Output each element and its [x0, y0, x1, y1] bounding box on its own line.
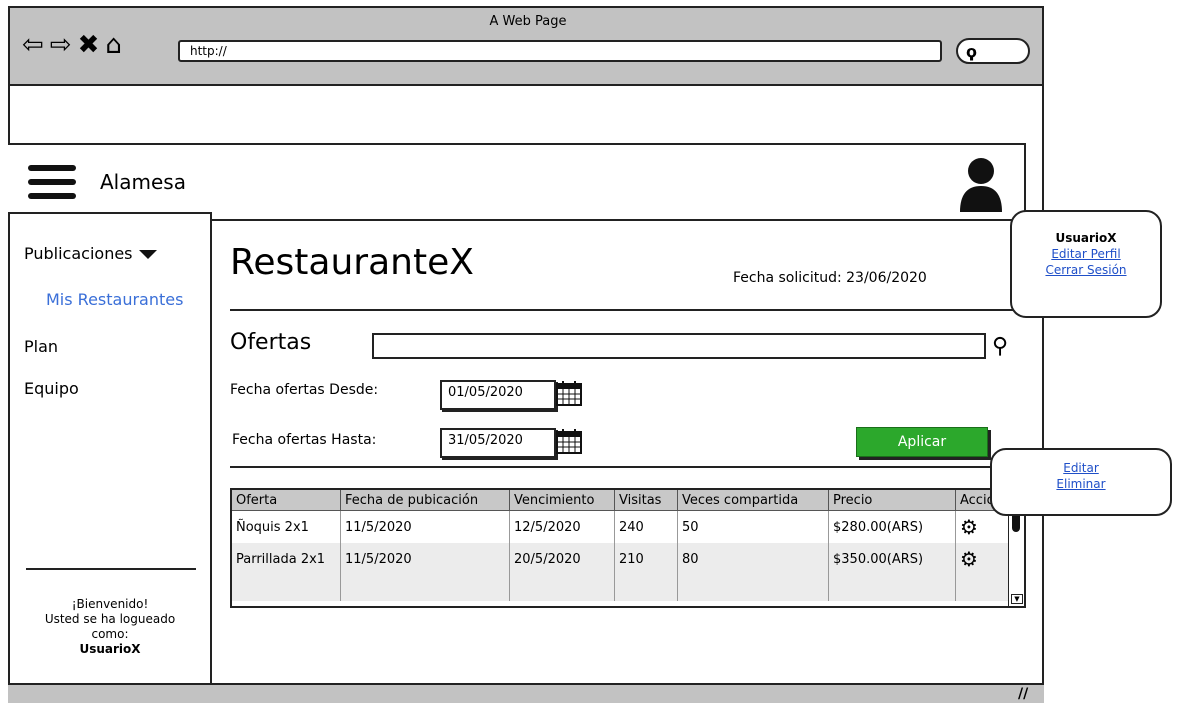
- sidebar-divider: [26, 568, 196, 570]
- sidebar-item-mis-restaurantes[interactable]: Mis Restaurantes: [46, 290, 183, 309]
- column-header[interactable]: Veces compartida: [677, 490, 829, 511]
- column-header[interactable]: Vencimiento: [509, 490, 615, 511]
- cell-precio: $280.00(ARS): [828, 510, 956, 543]
- column-header[interactable]: Visitas: [614, 490, 678, 511]
- cell-vencimiento: 12/5/2020: [509, 510, 615, 543]
- window-title: A Web Page: [489, 14, 567, 29]
- home-icon[interactable]: ⌂: [105, 30, 122, 60]
- delete-link[interactable]: Eliminar: [992, 476, 1170, 492]
- ofertas-heading: Ofertas: [230, 330, 312, 355]
- browser-search-button[interactable]: ϙ: [956, 38, 1030, 64]
- table-row[interactable]: Parrillada 2x1 11/5/2020 20/5/2020 210 8…: [232, 543, 1010, 575]
- hamburger-menu-icon[interactable]: [28, 165, 76, 203]
- gear-icon[interactable]: ⚙: [960, 547, 978, 571]
- hasta-label: Fecha ofertas Hasta:: [232, 432, 377, 448]
- offers-table: Oferta Fecha de pubicación Vencimiento V…: [230, 488, 1026, 608]
- table-row[interactable]: Ñoquis 2x1 11/5/2020 12/5/2020 240 50 $2…: [232, 510, 1010, 543]
- table-row-empty: [232, 575, 1010, 601]
- sidebar-item-plan[interactable]: Plan: [24, 337, 58, 356]
- cell-vencimiento: 20/5/2020: [509, 543, 615, 575]
- divider: [230, 309, 1026, 311]
- ofertas-search-input[interactable]: [372, 333, 986, 359]
- cell-compartida: 50: [677, 510, 829, 543]
- edit-profile-link[interactable]: Editar Perfil: [1012, 246, 1160, 262]
- column-header[interactable]: Fecha de pubicación: [340, 490, 510, 511]
- logout-link[interactable]: Cerrar Sesión: [1012, 262, 1160, 278]
- table-header-row: Oferta Fecha de pubicación Vencimiento V…: [232, 490, 1010, 511]
- calendar-icon[interactable]: [556, 380, 582, 406]
- back-arrow-icon[interactable]: ⇦: [22, 30, 44, 60]
- edit-link[interactable]: Editar: [992, 460, 1170, 476]
- user-menu-name: UsuarioX: [1055, 231, 1117, 245]
- cell-visitas: 240: [614, 510, 678, 543]
- welcome-message: ¡Bienvenido! Usted se ha logueado como: …: [18, 597, 202, 657]
- column-header[interactable]: Oferta: [232, 490, 341, 511]
- request-date: Fecha solicitud: 23/06/2020: [733, 270, 927, 286]
- calendar-icon[interactable]: [556, 428, 582, 454]
- cell-fecha: 11/5/2020: [340, 543, 510, 575]
- scroll-down-arrow-icon[interactable]: ▼: [1011, 594, 1023, 604]
- column-header[interactable]: Precio: [828, 490, 956, 511]
- divider: [230, 466, 1026, 468]
- gear-icon[interactable]: ⚙: [960, 515, 978, 539]
- page-title: RestauranteX: [230, 242, 474, 283]
- user-menu-popover: UsuarioX Editar Perfil Cerrar Sesión: [1010, 210, 1162, 318]
- brand-name: Alamesa: [100, 170, 186, 194]
- hasta-date-input[interactable]: 31/05/2020: [440, 428, 556, 458]
- desde-label: Fecha ofertas Desde:: [230, 382, 379, 398]
- close-x-icon[interactable]: ✖: [78, 30, 100, 60]
- sidebar-item-label: Publicaciones: [24, 244, 133, 263]
- search-icon[interactable]: ⚲: [992, 334, 1008, 359]
- apply-button[interactable]: Aplicar: [856, 427, 988, 457]
- resize-grip-icon[interactable]: //: [1018, 686, 1028, 702]
- welcome-line3: como:: [91, 627, 129, 641]
- url-bar[interactable]: http://: [178, 40, 942, 62]
- forward-arrow-icon[interactable]: ⇨: [50, 30, 72, 60]
- caret-down-icon: [138, 250, 157, 259]
- cell-oferta: Parrillada 2x1: [232, 543, 341, 575]
- cell-visitas: 210: [614, 543, 678, 575]
- cell-oferta: Ñoquis 2x1: [232, 510, 341, 543]
- welcome-line1: ¡Bienvenido!: [71, 597, 149, 611]
- cell-compartida: 80: [677, 543, 829, 575]
- welcome-user: UsuarioX: [79, 642, 141, 656]
- search-icon: ϙ: [966, 42, 977, 61]
- user-avatar-icon[interactable]: [958, 156, 1004, 212]
- sidebar-item-publicaciones[interactable]: Publicaciones: [24, 244, 157, 263]
- row-actions-popover: Editar Eliminar: [990, 448, 1172, 516]
- desde-date-input[interactable]: 01/05/2020: [440, 380, 556, 410]
- cell-fecha: 11/5/2020: [340, 510, 510, 543]
- browser-nav: ⇦ ⇨ ✖ ⌂: [22, 30, 122, 60]
- status-bar: [8, 683, 1044, 703]
- cell-precio: $350.00(ARS): [828, 543, 956, 575]
- welcome-line2: Usted se ha logueado: [44, 612, 176, 626]
- sidebar-item-equipo[interactable]: Equipo: [24, 379, 79, 398]
